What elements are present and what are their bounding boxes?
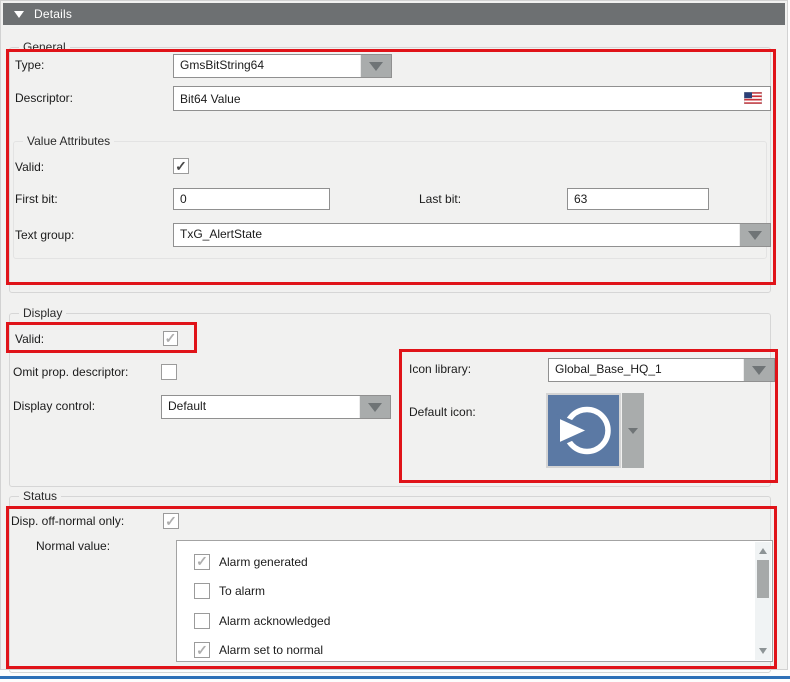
dropdown-arrow-icon <box>752 366 766 375</box>
list-item-label: Alarm set to normal <box>219 643 323 657</box>
list-item-label: Alarm generated <box>219 555 308 569</box>
enter-arrow-circle-icon[interactable] <box>546 393 621 468</box>
descriptor-input[interactable] <box>173 86 771 111</box>
icon-library-dropdown-button[interactable] <box>743 359 774 381</box>
text-group-label: Text group: <box>15 228 74 242</box>
list-item[interactable]: Alarm generated <box>194 553 308 570</box>
disp-off-normal-label: Disp. off-normal only: <box>11 514 124 528</box>
type-combobox[interactable]: GmsBitString64 <box>173 54 392 78</box>
list-item-checkbox[interactable] <box>194 642 210 658</box>
default-icon-dropdown-button[interactable] <box>622 393 644 468</box>
display-control-label: Display control: <box>13 399 95 413</box>
list-item-label: Alarm acknowledged <box>219 614 330 628</box>
valid-label-general: Valid: <box>15 160 44 174</box>
type-dropdown-button[interactable] <box>360 55 391 77</box>
valid-checkbox-general[interactable] <box>173 158 189 174</box>
type-combobox-value: GmsBitString64 <box>174 55 360 77</box>
collapse-triangle-icon[interactable] <box>14 11 24 18</box>
dropdown-arrow-icon <box>628 428 638 434</box>
text-group-combobox-value: TxG_AlertState <box>174 224 739 246</box>
us-flag-icon <box>744 92 762 104</box>
groupbox-value-attributes-label: Value Attributes <box>23 134 114 148</box>
display-control-dropdown-button[interactable] <box>359 396 390 418</box>
disp-off-normal-checkbox[interactable] <box>163 513 179 529</box>
scroll-down-icon[interactable] <box>759 648 767 654</box>
descriptor-label: Descriptor: <box>15 91 73 105</box>
groupbox-general-label: General <box>19 40 70 54</box>
dropdown-arrow-icon <box>748 231 762 240</box>
list-item-checkbox[interactable] <box>194 554 210 570</box>
details-header[interactable]: Details <box>3 3 785 25</box>
list-item-label: To alarm <box>219 584 265 598</box>
list-item-checkbox[interactable] <box>194 613 210 629</box>
omit-descriptor-checkbox[interactable] <box>161 364 177 380</box>
last-bit-label: Last bit: <box>419 192 461 206</box>
default-icon-label: Default icon: <box>409 405 476 419</box>
display-control-combobox-value: Default <box>162 396 359 418</box>
scrollbar-thumb[interactable] <box>757 560 769 598</box>
scroll-up-icon[interactable] <box>759 548 767 554</box>
type-label: Type: <box>15 58 44 72</box>
text-group-combobox[interactable]: TxG_AlertState <box>173 223 771 247</box>
list-item-checkbox[interactable] <box>194 583 210 599</box>
first-bit-label: First bit: <box>15 192 58 206</box>
list-item[interactable]: To alarm <box>194 583 265 600</box>
display-control-combobox[interactable]: Default <box>161 395 391 419</box>
text-group-dropdown-button[interactable] <box>739 224 770 246</box>
normal-value-listbox[interactable]: Alarm generated To alarm Alarm acknowledge… <box>176 540 773 662</box>
omit-descriptor-label: Omit prop. descriptor: <box>13 365 128 379</box>
details-panel: Details General Value Attributes Display… <box>0 0 788 670</box>
icon-library-combobox-value: Global_Base_HQ_1 <box>549 359 743 381</box>
valid-label-display: Valid: <box>15 332 44 346</box>
dropdown-arrow-icon <box>368 403 382 412</box>
groupbox-status-label: Status <box>19 489 61 503</box>
dropdown-arrow-icon <box>369 62 383 71</box>
listbox-scrollbar[interactable] <box>755 542 771 660</box>
panel-title: Details <box>34 7 72 21</box>
valid-checkbox-display[interactable] <box>163 331 178 346</box>
bottom-accent-line <box>0 676 790 679</box>
list-item[interactable]: Alarm acknowledged <box>194 612 330 629</box>
list-item[interactable]: Alarm set to normal <box>194 642 323 659</box>
icon-library-combobox[interactable]: Global_Base_HQ_1 <box>548 358 775 382</box>
default-icon-picker[interactable] <box>546 393 644 468</box>
groupbox-display-label: Display <box>19 306 66 320</box>
icon-library-label: Icon library: <box>409 362 471 376</box>
last-bit-input[interactable] <box>567 188 709 210</box>
first-bit-input[interactable] <box>173 188 330 210</box>
normal-value-label: Normal value: <box>36 539 110 553</box>
